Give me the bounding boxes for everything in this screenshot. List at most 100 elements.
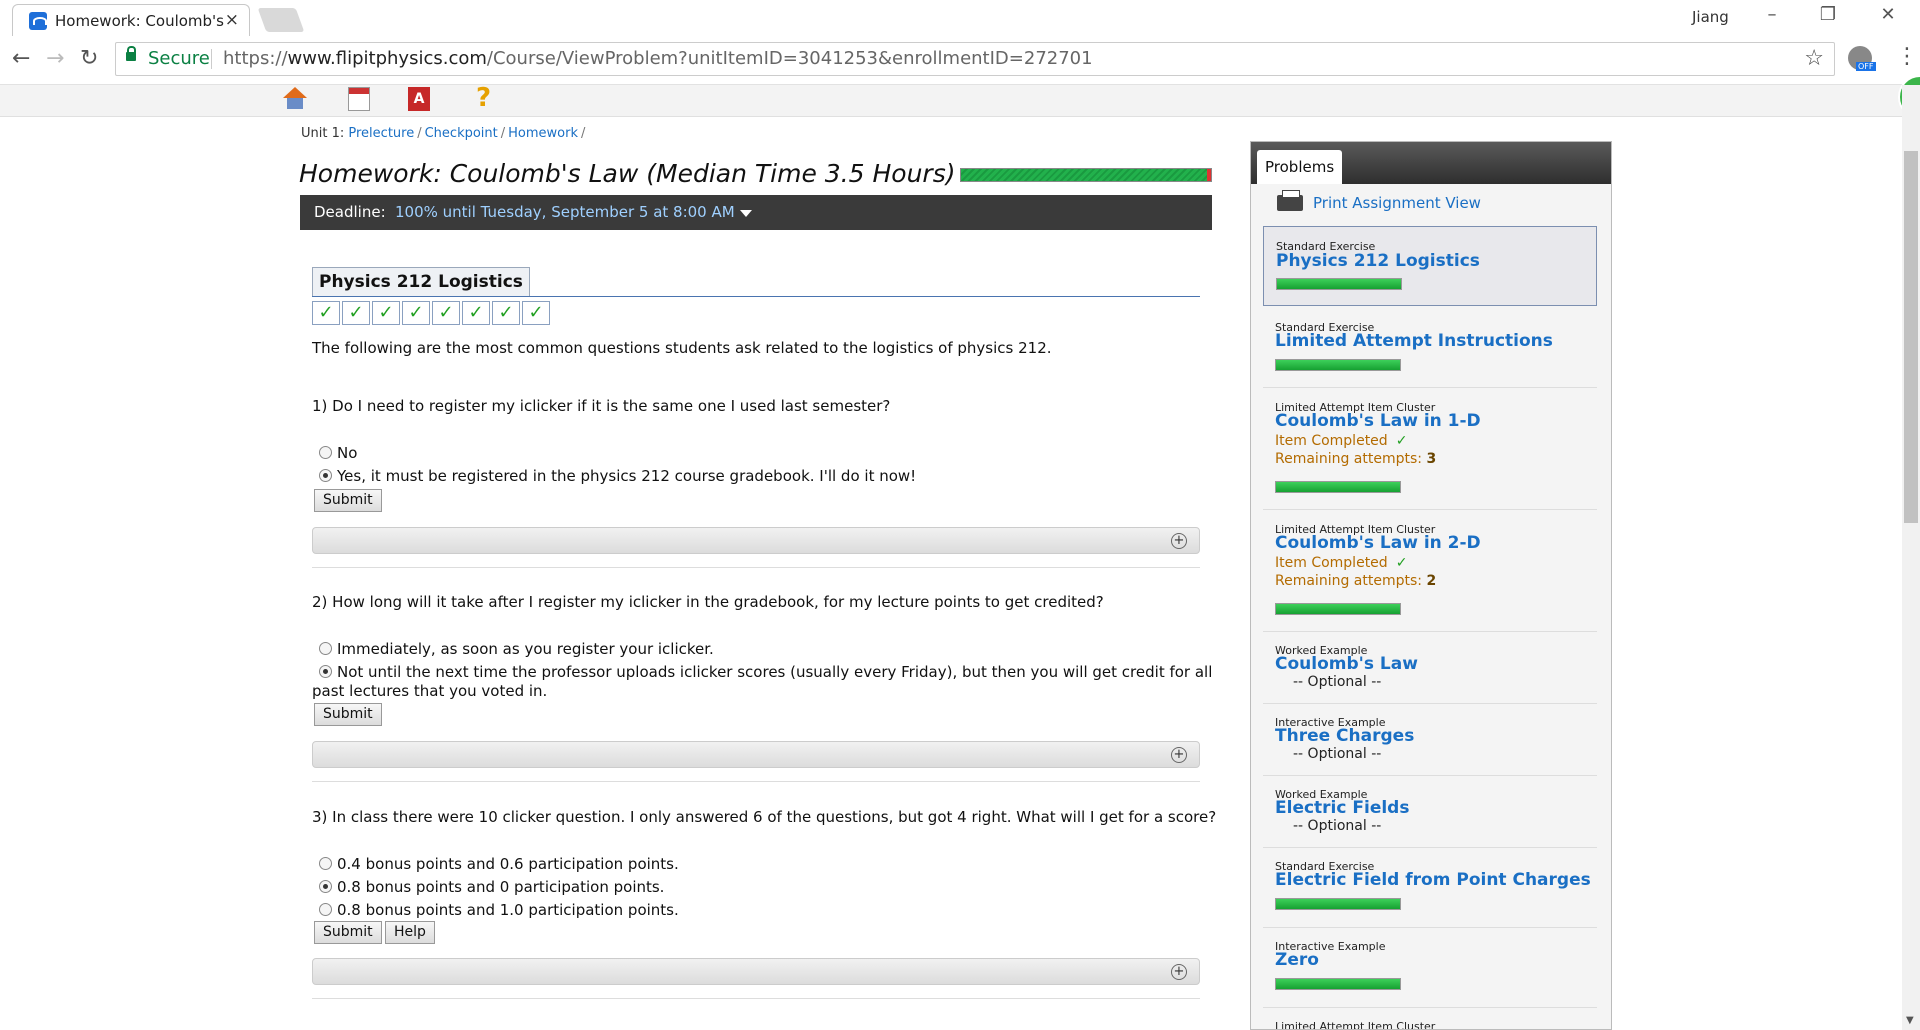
problem-name[interactable]: Coulomb's Law: [1275, 654, 1418, 674]
completed-check-icon: ✓: [1395, 433, 1408, 449]
deadline-value[interactable]: 100% until Tuesday, September 5 at 8:00 …: [395, 195, 735, 230]
tab-close-icon[interactable]: ×: [225, 10, 239, 30]
help-icon[interactable]: ?: [476, 85, 502, 111]
forward-icon[interactable]: →: [46, 46, 64, 71]
bookmark-star-icon[interactable]: ☆: [1804, 46, 1824, 71]
back-icon[interactable]: ←: [12, 46, 30, 71]
extension-icon[interactable]: OFF: [1848, 46, 1876, 71]
q3-option-2-radio[interactable]: [319, 880, 332, 893]
problem-item[interactable]: Interactive Example Three Charges -- Opt…: [1263, 704, 1597, 776]
checkmark-icon[interactable]: ✓: [462, 301, 490, 325]
reload-icon[interactable]: ↻: [80, 46, 98, 71]
question-1-text: 1) Do I need to register my iclicker if …: [312, 397, 891, 415]
problem-name[interactable]: Physics 212 Logistics: [1276, 251, 1480, 271]
q1-feedback-collapse[interactable]: +: [312, 527, 1200, 554]
problem-item[interactable]: Standard Exercise Electric Field from Po…: [1263, 848, 1597, 928]
problem-name[interactable]: Coulomb's Law in 2-D: [1275, 533, 1481, 553]
q1-option-2-label: Yes, it must be registered in the physic…: [337, 467, 917, 485]
tab-strip: Homework: Coulomb's L × Jiang – ❐ ✕: [0, 0, 1920, 36]
problem-name[interactable]: Limited Attempt Instructions: [1275, 331, 1553, 351]
problems-tab[interactable]: Problems: [1257, 150, 1343, 184]
checkmark-icon[interactable]: ✓: [522, 301, 550, 325]
q3-help-button[interactable]: Help: [385, 921, 435, 944]
site-icon-bar: A ?: [0, 85, 1902, 117]
breadcrumb-homework[interactable]: Homework: [508, 126, 578, 141]
browser-tab[interactable]: Homework: Coulomb's L ×: [12, 4, 250, 36]
problem-item[interactable]: Limited Attempt Item Cluster Coulomb's L…: [1263, 510, 1597, 632]
completed-check-icon: ✓: [1395, 555, 1408, 571]
breadcrumb-prelecture[interactable]: Prelecture: [348, 126, 414, 141]
gradebook-icon[interactable]: A: [408, 87, 430, 111]
expand-plus-icon[interactable]: +: [1171, 964, 1187, 980]
expand-plus-icon[interactable]: +: [1171, 533, 1187, 549]
q2-option-1-radio[interactable]: [319, 642, 332, 655]
q2-option-2-radio[interactable]: [319, 665, 332, 678]
checkmark-icon[interactable]: ✓: [432, 301, 460, 325]
url-path: /Course/ViewProblem?unitItemID=3041253&e…: [486, 48, 1093, 69]
checkmark-icon[interactable]: ✓: [492, 301, 520, 325]
q1-submit-button[interactable]: Submit: [314, 489, 382, 512]
restore-icon[interactable]: ❐: [1808, 4, 1848, 25]
tab-title: Homework: Coulomb's L: [55, 12, 225, 30]
deadline-dropdown-icon[interactable]: [740, 210, 752, 217]
problem-name[interactable]: Electric Field from Point Charges: [1275, 870, 1591, 890]
problem-name[interactable]: Zero: [1275, 950, 1319, 970]
print-assignment-link[interactable]: Print Assignment View: [1277, 194, 1481, 212]
problem-name[interactable]: Three Charges: [1275, 726, 1414, 746]
q3-option-3-radio[interactable]: [319, 903, 332, 916]
problem-item[interactable]: Worked Example Electric Fields -- Option…: [1263, 776, 1597, 848]
problem-item[interactable]: Standard Exercise Limited Attempt Instru…: [1263, 308, 1597, 388]
minimize-icon[interactable]: –: [1752, 4, 1792, 25]
problem-name[interactable]: Electric Fields: [1275, 798, 1409, 818]
page-scrollbar[interactable]: ▼: [1902, 85, 1920, 1030]
q2-feedback-collapse[interactable]: +: [312, 741, 1200, 768]
q2-submit-button[interactable]: Submit: [314, 703, 382, 726]
extension-badge: OFF: [1856, 62, 1876, 71]
url-text[interactable]: https://www.flipitphysics.com/Course/Vie…: [223, 48, 1093, 69]
question-check-row: ✓ ✓ ✓ ✓ ✓ ✓ ✓ ✓: [312, 301, 552, 325]
problem-progress-bar: [1275, 359, 1401, 371]
print-label: Print Assignment View: [1313, 194, 1481, 212]
optional-label: -- Optional --: [1293, 818, 1382, 834]
checkmark-icon[interactable]: ✓: [312, 301, 340, 325]
q1-option-1-radio[interactable]: [319, 446, 332, 459]
checkmark-icon[interactable]: ✓: [402, 301, 430, 325]
problem-name[interactable]: Coulomb's Law in 1-D: [1275, 411, 1481, 431]
problem-item[interactable]: Standard Exercise Physics 212 Logistics: [1263, 226, 1597, 306]
home-icon[interactable]: [282, 87, 308, 111]
problem-progress-bar: [1275, 481, 1401, 493]
checkmark-icon[interactable]: ✓: [372, 301, 400, 325]
problem-progress-bar: [1275, 898, 1401, 910]
remaining-label: Remaining attempts:: [1275, 573, 1422, 589]
profile-name[interactable]: Jiang: [1692, 8, 1729, 26]
question-2-text: 2) How long will it take after I registe…: [312, 593, 1104, 611]
scrollbar-thumb[interactable]: [1904, 151, 1918, 523]
q1-option-2-radio[interactable]: [319, 469, 332, 482]
q3-feedback-collapse[interactable]: +: [312, 958, 1200, 985]
problem-item[interactable]: Limited Attempt Item Cluster Coulomb's L…: [1263, 388, 1597, 510]
scroll-down-icon[interactable]: ▼: [1906, 1015, 1914, 1026]
address-bar[interactable]: Secure https://www.flipitphysics.com/Cou…: [115, 42, 1835, 76]
breadcrumb-sep: /: [581, 126, 586, 141]
checkmark-icon[interactable]: ✓: [342, 301, 370, 325]
new-tab-button[interactable]: [257, 8, 305, 32]
problem-item[interactable]: Worked Example Coulomb's Law -- Optional…: [1263, 632, 1597, 704]
item-status: Item Completed ✓: [1275, 555, 1407, 571]
browser-menu-icon[interactable]: ⋮: [1896, 44, 1918, 69]
problem-progress-bar: [1275, 978, 1401, 990]
problem-item[interactable]: Limited Attempt Item Cluster: [1263, 1008, 1597, 1030]
secure-label: Secure: [148, 48, 210, 69]
breadcrumb-checkpoint[interactable]: Checkpoint: [425, 126, 498, 141]
problem-type: Limited Attempt Item Cluster: [1275, 1020, 1436, 1030]
q3-option-1-radio[interactable]: [319, 857, 332, 870]
address-separator: [211, 49, 212, 69]
q3-option-2-label: 0.8 bonus points and 0 participation poi…: [337, 878, 665, 896]
page-title: Homework: Coulomb's Law (Median Time 3.5…: [299, 159, 956, 188]
problem-item[interactable]: Interactive Example Zero: [1263, 928, 1597, 1008]
q3-option-3-label: 0.8 bonus points and 1.0 participation p…: [337, 901, 679, 919]
window-close-icon[interactable]: ✕: [1868, 4, 1908, 25]
question-divider: [312, 998, 1200, 999]
q3-submit-button[interactable]: Submit: [314, 921, 382, 944]
calendar-icon[interactable]: [348, 87, 370, 111]
expand-plus-icon[interactable]: +: [1171, 747, 1187, 763]
